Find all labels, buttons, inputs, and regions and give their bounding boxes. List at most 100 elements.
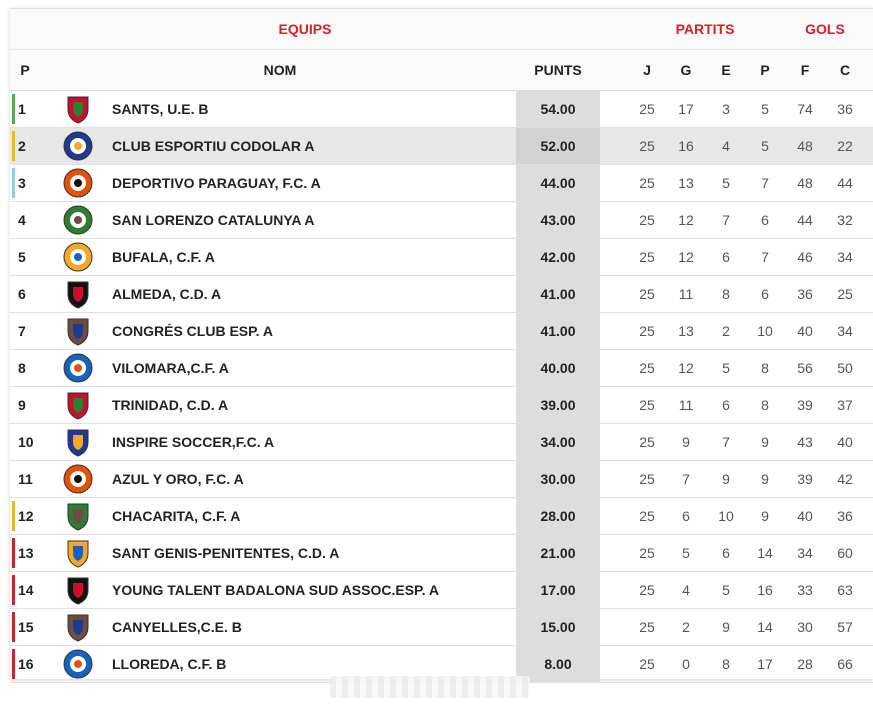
- points-cell: 21.00: [516, 535, 600, 571]
- col-header-name[interactable]: NOM: [100, 50, 460, 90]
- team-name[interactable]: CANYELLES,C.E. B: [112, 609, 522, 645]
- col-header-played[interactable]: J: [630, 50, 664, 90]
- table-row[interactable]: 15 CANYELLES,C.E. B 15.00 25 2 9 14 30 57: [10, 609, 873, 646]
- team-name[interactable]: VILOMARA,C.F. A: [112, 350, 522, 386]
- table-row[interactable]: 7 CONGRÉS CLUB ESP. A 41.00 25 13 2 10 40 34: [10, 313, 873, 350]
- team-name[interactable]: BUFALA, C.F. A: [112, 239, 522, 275]
- team-crest-icon: [62, 500, 94, 532]
- goals-against-cell: 25: [837, 286, 853, 302]
- team-name[interactable]: TRINIDAD, C.D. A: [112, 387, 522, 423]
- played-cell: 25: [639, 175, 655, 191]
- points-cell: 41.00: [516, 276, 600, 312]
- col-header-drawn[interactable]: E: [709, 50, 743, 90]
- position-cell: 13: [18, 545, 34, 561]
- table-row[interactable]: 12 CHACARITA, C.F. A 28.00 25 6 10 9 40 36: [10, 498, 873, 535]
- team-name[interactable]: SANT GENIS-PENITENTES, C.D. A: [112, 535, 522, 571]
- won-cell: 13: [678, 175, 694, 191]
- team-name[interactable]: CLUB ESPORTIU CODOLAR A: [112, 128, 522, 164]
- col-header-lost[interactable]: P: [748, 50, 782, 90]
- table-row[interactable]: 10 INSPIRE SOCCER,F.C. A 34.00 25 9 7 9 43 40: [10, 424, 873, 461]
- zone-indicator-bar: [12, 94, 15, 124]
- points-cell: 28.00: [516, 498, 600, 534]
- played-cell: 25: [639, 582, 655, 598]
- table-row[interactable]: 6 ALMEDA, C.D. A 41.00 25 11 8 6 36 25: [10, 276, 873, 313]
- played-cell: 25: [639, 323, 655, 339]
- team-name[interactable]: CHACARITA, C.F. A: [112, 498, 522, 534]
- table-row[interactable]: 5 BUFALA, C.F. A 42.00 25 12 6 7 46 34: [10, 239, 873, 276]
- position-cell: 6: [18, 286, 26, 302]
- goals-for-cell: 39: [797, 397, 813, 413]
- won-cell: 7: [682, 471, 690, 487]
- table-row[interactable]: 3 DEPORTIVO PARAGUAY, F.C. A 44.00 25 13 5 7 48…: [10, 165, 873, 202]
- drawn-cell: 6: [722, 397, 730, 413]
- team-crest-icon: [62, 352, 94, 384]
- standings-table: EQUIPS PARTITS GOLS P NOM PUNTS J G E P …: [10, 8, 873, 683]
- won-cell: 12: [678, 212, 694, 228]
- drawn-cell: 7: [722, 212, 730, 228]
- team-name[interactable]: AZUL Y ORO, F.C. A: [112, 461, 522, 497]
- goals-for-cell: 46: [797, 249, 813, 265]
- goals-for-cell: 48: [797, 138, 813, 154]
- goals-against-cell: 36: [837, 101, 853, 117]
- goals-against-cell: 37: [837, 397, 853, 413]
- lost-cell: 5: [761, 101, 769, 117]
- team-crest-icon: [62, 241, 94, 273]
- lost-cell: 9: [761, 508, 769, 524]
- table-row[interactable]: 8 VILOMARA,C.F. A 40.00 25 12 5 8 56 50: [10, 350, 873, 387]
- points-cell: 42.00: [516, 239, 600, 275]
- zone-indicator-bar: [12, 538, 15, 568]
- won-cell: 11: [678, 397, 694, 413]
- table-row[interactable]: 14 YOUNG TALENT BADALONA SUD ASSOC.ESP. A…: [10, 572, 873, 609]
- drawn-cell: 8: [722, 656, 730, 672]
- team-name[interactable]: SAN LORENZO CATALUNYA A: [112, 202, 522, 238]
- col-header-goals-against[interactable]: C: [828, 50, 862, 90]
- col-header-points[interactable]: PUNTS: [516, 50, 600, 90]
- won-cell: 12: [678, 249, 694, 265]
- table-row[interactable]: 9 TRINIDAD, C.D. A 39.00 25 11 6 8 39 37: [10, 387, 873, 424]
- played-cell: 25: [639, 545, 655, 561]
- team-crest-icon: [62, 204, 94, 236]
- team-name[interactable]: SANTS, U.E. B: [112, 91, 522, 127]
- won-cell: 9: [682, 434, 690, 450]
- table-row[interactable]: 2 CLUB ESPORTIU CODOLAR A 52.00 25 16 4 5 48 22: [10, 128, 873, 165]
- col-header-goals-for[interactable]: F: [788, 50, 822, 90]
- points-cell: 43.00: [516, 202, 600, 238]
- table-row[interactable]: 11 AZUL Y ORO, F.C. A 30.00 25 7 9 9 39 42: [10, 461, 873, 498]
- col-header-position[interactable]: P: [10, 50, 40, 90]
- col-header-won[interactable]: G: [669, 50, 703, 90]
- table-row[interactable]: 13 SANT GENIS-PENITENTES, C.D. A 21.00 25 5 6…: [10, 535, 873, 572]
- drawn-cell: 6: [722, 249, 730, 265]
- group-header-partits: PARTITS: [675, 21, 735, 37]
- position-cell: 15: [18, 619, 34, 635]
- drawn-cell: 4: [722, 138, 730, 154]
- team-name[interactable]: ALMEDA, C.D. A: [112, 276, 522, 312]
- goals-for-cell: 28: [797, 656, 813, 672]
- points-cell: 34.00: [516, 424, 600, 460]
- goals-against-cell: 34: [837, 249, 853, 265]
- played-cell: 25: [639, 656, 655, 672]
- table-row[interactable]: 4 SAN LORENZO CATALUNYA A 43.00 25 12 7 6 44 32: [10, 202, 873, 239]
- goals-against-cell: 66: [837, 656, 853, 672]
- team-name[interactable]: YOUNG TALENT BADALONA SUD ASSOC.ESP. A: [112, 572, 522, 608]
- goals-for-cell: 48: [797, 175, 813, 191]
- team-name[interactable]: DEPORTIVO PARAGUAY, F.C. A: [112, 165, 522, 201]
- lost-cell: 8: [761, 397, 769, 413]
- drawn-cell: 6: [722, 545, 730, 561]
- goals-against-cell: 40: [837, 434, 853, 450]
- table-row[interactable]: 1 SANTS, U.E. B 54.00 25 17 3 5 74 36: [10, 91, 873, 128]
- team-name[interactable]: CONGRÉS CLUB ESP. A: [112, 313, 522, 349]
- group-header-row: EQUIPS PARTITS GOLS: [10, 9, 873, 50]
- position-cell: 12: [18, 508, 34, 524]
- points-cell: 30.00: [516, 461, 600, 497]
- goals-for-cell: 43: [797, 434, 813, 450]
- team-crest-icon: [62, 389, 94, 421]
- team-crest-icon: [62, 426, 94, 458]
- lost-cell: 16: [757, 582, 773, 598]
- won-cell: 6: [682, 508, 690, 524]
- won-cell: 4: [682, 582, 690, 598]
- team-name[interactable]: INSPIRE SOCCER,F.C. A: [112, 424, 522, 460]
- goals-for-cell: 40: [797, 323, 813, 339]
- position-cell: 11: [18, 471, 33, 487]
- goals-against-cell: 60: [837, 545, 853, 561]
- team-crest-icon: [62, 93, 94, 125]
